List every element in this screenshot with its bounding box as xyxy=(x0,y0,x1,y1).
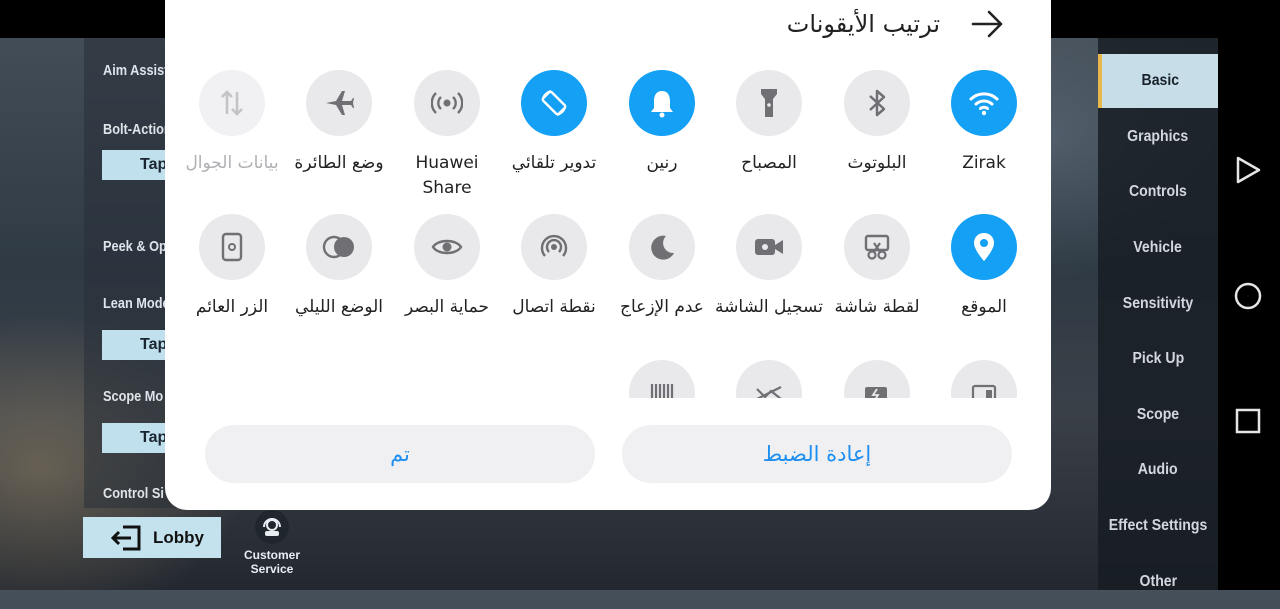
tile-flashlight[interactable]: المصباح xyxy=(714,70,824,176)
tile-label: Huawei Share xyxy=(415,153,479,198)
aim-assist-label: Aim Assist xyxy=(103,62,169,79)
navigation-bar xyxy=(1218,38,1280,590)
tile-wifi[interactable]: Zirak xyxy=(929,70,1039,176)
bell-icon xyxy=(629,70,695,136)
screenshot-icon xyxy=(844,214,910,280)
moon-icon xyxy=(629,214,695,280)
home-nav-icon[interactable] xyxy=(1233,281,1263,311)
tile-hotspot[interactable]: نقطة اتصال xyxy=(499,214,609,320)
back-nav-icon[interactable] xyxy=(1233,155,1263,185)
tile-do-not-disturb[interactable]: عدم الإزعاج xyxy=(607,214,717,320)
mobile-data-icon xyxy=(199,70,265,136)
screen-record-icon xyxy=(736,214,802,280)
tile-eye-comfort[interactable]: حماية البصر xyxy=(392,214,502,320)
dark-mode-icon xyxy=(306,214,372,280)
tile-label: الوضع الليلي xyxy=(294,297,384,317)
dialog-title: ترتيب الأيقونات xyxy=(786,10,940,38)
floating-button-icon xyxy=(199,214,265,280)
arrow-back-icon[interactable] xyxy=(970,9,1004,39)
menu-graphics[interactable]: Graphics xyxy=(1098,110,1218,164)
tile-huawei-share[interactable]: Huawei Share xyxy=(392,70,502,201)
hotspot-icon xyxy=(521,214,587,280)
bolt-action-label: Bolt-Action xyxy=(103,121,172,138)
menu-sensitivity[interactable]: Sensitivity xyxy=(1098,277,1218,331)
airplane-icon xyxy=(306,70,372,136)
menu-vehicle[interactable]: Vehicle xyxy=(1098,221,1218,275)
lobby-label: Lobby xyxy=(153,527,204,547)
tile-screen-record[interactable]: تسجيل الشاشة xyxy=(714,214,824,320)
tile-label: نقطة اتصال xyxy=(512,297,596,317)
peek-open-label: Peek & Op xyxy=(103,238,167,255)
location-icon xyxy=(951,214,1017,280)
wifi-icon xyxy=(951,70,1017,136)
tile-label: عدم الإزعاج xyxy=(620,297,704,317)
bluetooth-icon xyxy=(844,70,910,136)
menu-effect-settings[interactable]: Effect Settings xyxy=(1098,499,1218,553)
tile-label: وضع الطائرة xyxy=(294,153,384,173)
tile-auto-rotate[interactable]: تدوير تلقائي xyxy=(499,70,609,176)
auto-rotate-icon xyxy=(521,70,587,136)
tile-floating-button[interactable]: الزر العائم xyxy=(177,214,287,320)
scope-mode-label: Scope Mo xyxy=(103,388,164,405)
menu-other[interactable]: Other xyxy=(1098,555,1218,609)
done-button[interactable]: تم xyxy=(205,425,595,483)
eye-icon xyxy=(414,214,480,280)
customer-service-button[interactable]: Customer Service xyxy=(224,510,320,576)
flashlight-icon xyxy=(736,70,802,136)
tile-bluetooth[interactable]: البلوتوث xyxy=(822,70,932,176)
menu-scope[interactable]: Scope xyxy=(1098,388,1218,442)
tile-label: الموقع xyxy=(961,297,1007,317)
tile-label: رنين xyxy=(646,153,678,173)
tile-label: الزر العائم xyxy=(195,297,269,317)
tile-label: المصباح xyxy=(741,153,797,173)
menu-controls[interactable]: Controls xyxy=(1098,165,1218,219)
menu-basic[interactable]: Basic xyxy=(1098,54,1218,108)
reset-button[interactable]: إعادة الضبط xyxy=(622,425,1012,483)
tile-ring[interactable]: رنين xyxy=(607,70,717,176)
battery-saver-icon[interactable] xyxy=(844,360,910,398)
lean-mode-label: Lean Mode xyxy=(103,295,170,312)
tile-airplane-mode[interactable]: وضع الطائرة xyxy=(284,70,394,176)
tiles-row-3 xyxy=(165,356,1051,398)
control-size-label: Control Si xyxy=(103,485,164,499)
tile-label: لقطة شاشة xyxy=(834,297,920,317)
menu-audio[interactable]: Audio xyxy=(1098,443,1218,497)
tile-label: تدوير تلقائي xyxy=(511,153,597,173)
tile-location[interactable]: الموقع xyxy=(929,214,1039,320)
tile-label: بيانات الجوال xyxy=(185,153,279,173)
multi-window-icon[interactable] xyxy=(951,360,1017,398)
trend-icon[interactable] xyxy=(736,360,802,398)
tile-label: حماية البصر xyxy=(405,297,489,317)
tile-label: Zirak xyxy=(962,153,1006,173)
headset-icon xyxy=(255,510,289,544)
tile-dark-mode[interactable]: الوضع الليلي xyxy=(284,214,394,320)
lobby-button[interactable]: Lobby xyxy=(83,517,221,558)
tile-label: البلوتوث xyxy=(847,153,907,173)
barcode-icon[interactable] xyxy=(629,360,695,398)
tile-label: تسجيل الشاشة xyxy=(715,297,823,317)
tile-screenshot[interactable]: لقطة شاشة xyxy=(822,214,932,320)
menu-pick-up[interactable]: Pick Up xyxy=(1098,332,1218,386)
customer-service-label: Customer Service xyxy=(243,548,300,576)
recents-nav-icon[interactable] xyxy=(1233,406,1263,436)
exit-icon xyxy=(111,525,141,550)
huawei-share-icon xyxy=(414,70,480,136)
tile-mobile-data[interactable]: بيانات الجوال xyxy=(177,70,287,176)
